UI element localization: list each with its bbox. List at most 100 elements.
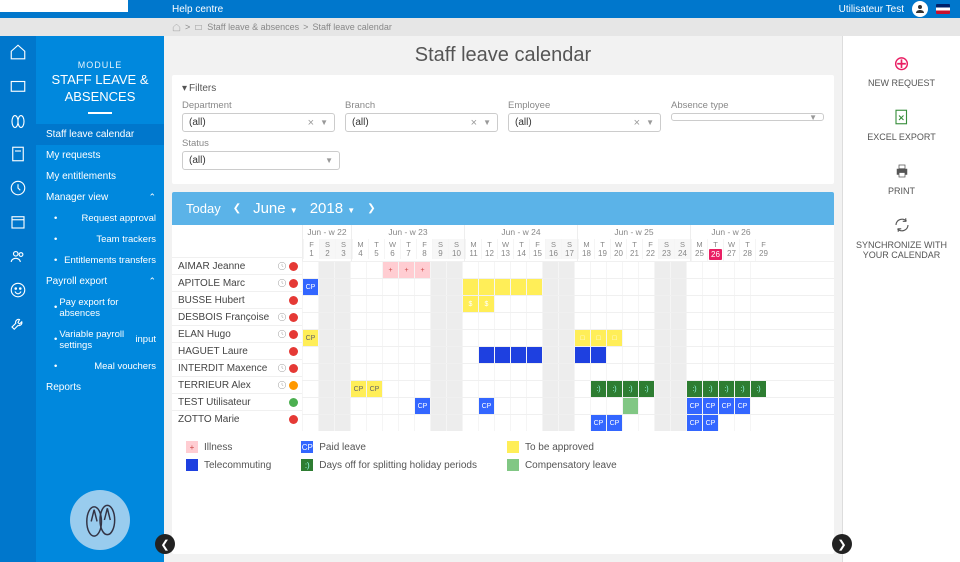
calendar-cell[interactable]: [478, 313, 494, 329]
calendar-cell[interactable]: [462, 381, 478, 397]
new-request-button[interactable]: ⊕ NEW REQUEST: [868, 52, 935, 88]
calendar-cell[interactable]: [622, 398, 638, 414]
rail-folder-icon[interactable]: [8, 76, 28, 96]
calendar-cell[interactable]: [526, 347, 542, 363]
calendar-cell[interactable]: [510, 415, 526, 431]
calendar-cell[interactable]: [382, 330, 398, 346]
calendar-cell[interactable]: [638, 330, 654, 346]
rail-clock-icon[interactable]: [8, 178, 28, 198]
calendar-cell[interactable]: [622, 415, 638, 431]
collapse-sidebar-button[interactable]: ❮: [155, 534, 175, 554]
calendar-cell[interactable]: [382, 364, 398, 380]
nav-manager-view[interactable]: Manager view⌃: [36, 187, 164, 208]
calendar-cell[interactable]: [574, 262, 590, 278]
calendar-cell[interactable]: [590, 364, 606, 380]
home-icon[interactable]: [172, 23, 181, 32]
filter-dept-select[interactable]: (all)×▼: [182, 113, 335, 132]
calendar-cell[interactable]: [686, 279, 702, 295]
calendar-cell[interactable]: [750, 364, 766, 380]
calendar-cell[interactable]: [414, 415, 430, 431]
calendar-cell[interactable]: [622, 279, 638, 295]
calendar-cell[interactable]: [750, 415, 766, 431]
calendar-cell[interactable]: [446, 279, 462, 295]
rail-calendar-icon[interactable]: [8, 212, 28, 232]
calendar-cell[interactable]: [558, 330, 574, 346]
calendar-cell[interactable]: [670, 398, 686, 414]
calendar-cell[interactable]: [702, 313, 718, 329]
calendar-cell[interactable]: [318, 398, 334, 414]
calendar-cell[interactable]: [398, 415, 414, 431]
calendar-cell[interactable]: [350, 330, 366, 346]
calendar-cell[interactable]: [510, 330, 526, 346]
employee-name[interactable]: ZOTTO Marie: [172, 414, 302, 425]
calendar-cell[interactable]: [734, 262, 750, 278]
calendar-cell[interactable]: [526, 330, 542, 346]
calendar-cell[interactable]: :): [606, 381, 622, 397]
calendar-cell[interactable]: [638, 398, 654, 414]
calendar-cell[interactable]: [526, 313, 542, 329]
calendar-cell[interactable]: [670, 262, 686, 278]
calendar-cell[interactable]: [398, 313, 414, 329]
calendar-cell[interactable]: [526, 381, 542, 397]
calendar-cell[interactable]: [510, 296, 526, 312]
calendar-cell[interactable]: [510, 262, 526, 278]
employee-name[interactable]: AIMAR Jeanne: [172, 261, 302, 272]
calendar-cell[interactable]: [494, 381, 510, 397]
calendar-cell[interactable]: [702, 262, 718, 278]
rail-calc-icon[interactable]: [8, 144, 28, 164]
calendar-cell[interactable]: [590, 279, 606, 295]
calendar-cell[interactable]: [430, 415, 446, 431]
calendar-cell[interactable]: [414, 279, 430, 295]
calendar-cell[interactable]: [638, 313, 654, 329]
calendar-cell[interactable]: [734, 296, 750, 312]
calendar-cell[interactable]: [478, 330, 494, 346]
nav-entitlements-transfers[interactable]: Entitlements transfers: [36, 250, 164, 271]
calendar-cell[interactable]: :): [750, 381, 766, 397]
calendar-cell[interactable]: [398, 364, 414, 380]
calendar-cell[interactable]: $: [478, 296, 494, 312]
calendar-cell[interactable]: [334, 381, 350, 397]
calendar-cell[interactable]: [558, 262, 574, 278]
calendar-cell[interactable]: [334, 279, 350, 295]
calendar-cell[interactable]: [670, 330, 686, 346]
calendar-cell[interactable]: [638, 415, 654, 431]
calendar-cell[interactable]: [318, 279, 334, 295]
calendar-cell[interactable]: [398, 398, 414, 414]
calendar-cell[interactable]: [350, 398, 366, 414]
calendar-cell[interactable]: +: [414, 262, 430, 278]
calendar-cell[interactable]: [526, 262, 542, 278]
calendar-cell[interactable]: [462, 313, 478, 329]
clear-icon[interactable]: ×: [634, 117, 640, 129]
calendar-cell[interactable]: [574, 415, 590, 431]
calendar-cell[interactable]: CP: [606, 415, 622, 431]
calendar-cell[interactable]: [670, 313, 686, 329]
year-select[interactable]: 2018 ▼: [310, 200, 355, 217]
calendar-cell[interactable]: [446, 347, 462, 363]
calendar-cell[interactable]: [750, 262, 766, 278]
calendar-cell[interactable]: [702, 364, 718, 380]
calendar-cell[interactable]: [302, 313, 318, 329]
calendar-cell[interactable]: :): [702, 381, 718, 397]
calendar-cell[interactable]: [686, 364, 702, 380]
calendar-cell[interactable]: [350, 262, 366, 278]
calendar-cell[interactable]: [430, 313, 446, 329]
calendar-cell[interactable]: [734, 313, 750, 329]
calendar-cell[interactable]: [494, 347, 510, 363]
calendar-cell[interactable]: [654, 381, 670, 397]
calendar-cell[interactable]: [478, 347, 494, 363]
calendar-cell[interactable]: [510, 381, 526, 397]
calendar-cell[interactable]: [526, 296, 542, 312]
rail-home-icon[interactable]: [8, 42, 28, 62]
calendar-cell[interactable]: [334, 313, 350, 329]
prev-month-button[interactable]: ❮: [233, 203, 241, 214]
calendar-cell[interactable]: [446, 398, 462, 414]
calendar-cell[interactable]: [750, 347, 766, 363]
calendar-cell[interactable]: [334, 364, 350, 380]
employee-name[interactable]: ELAN Hugo: [172, 329, 302, 340]
calendar-cell[interactable]: :): [686, 381, 702, 397]
filters-toggle[interactable]: ▾ Filters: [182, 83, 824, 94]
calendar-cell[interactable]: [334, 262, 350, 278]
calendar-cell[interactable]: [334, 415, 350, 431]
calendar-cell[interactable]: [478, 381, 494, 397]
calendar-cell[interactable]: [478, 279, 494, 295]
